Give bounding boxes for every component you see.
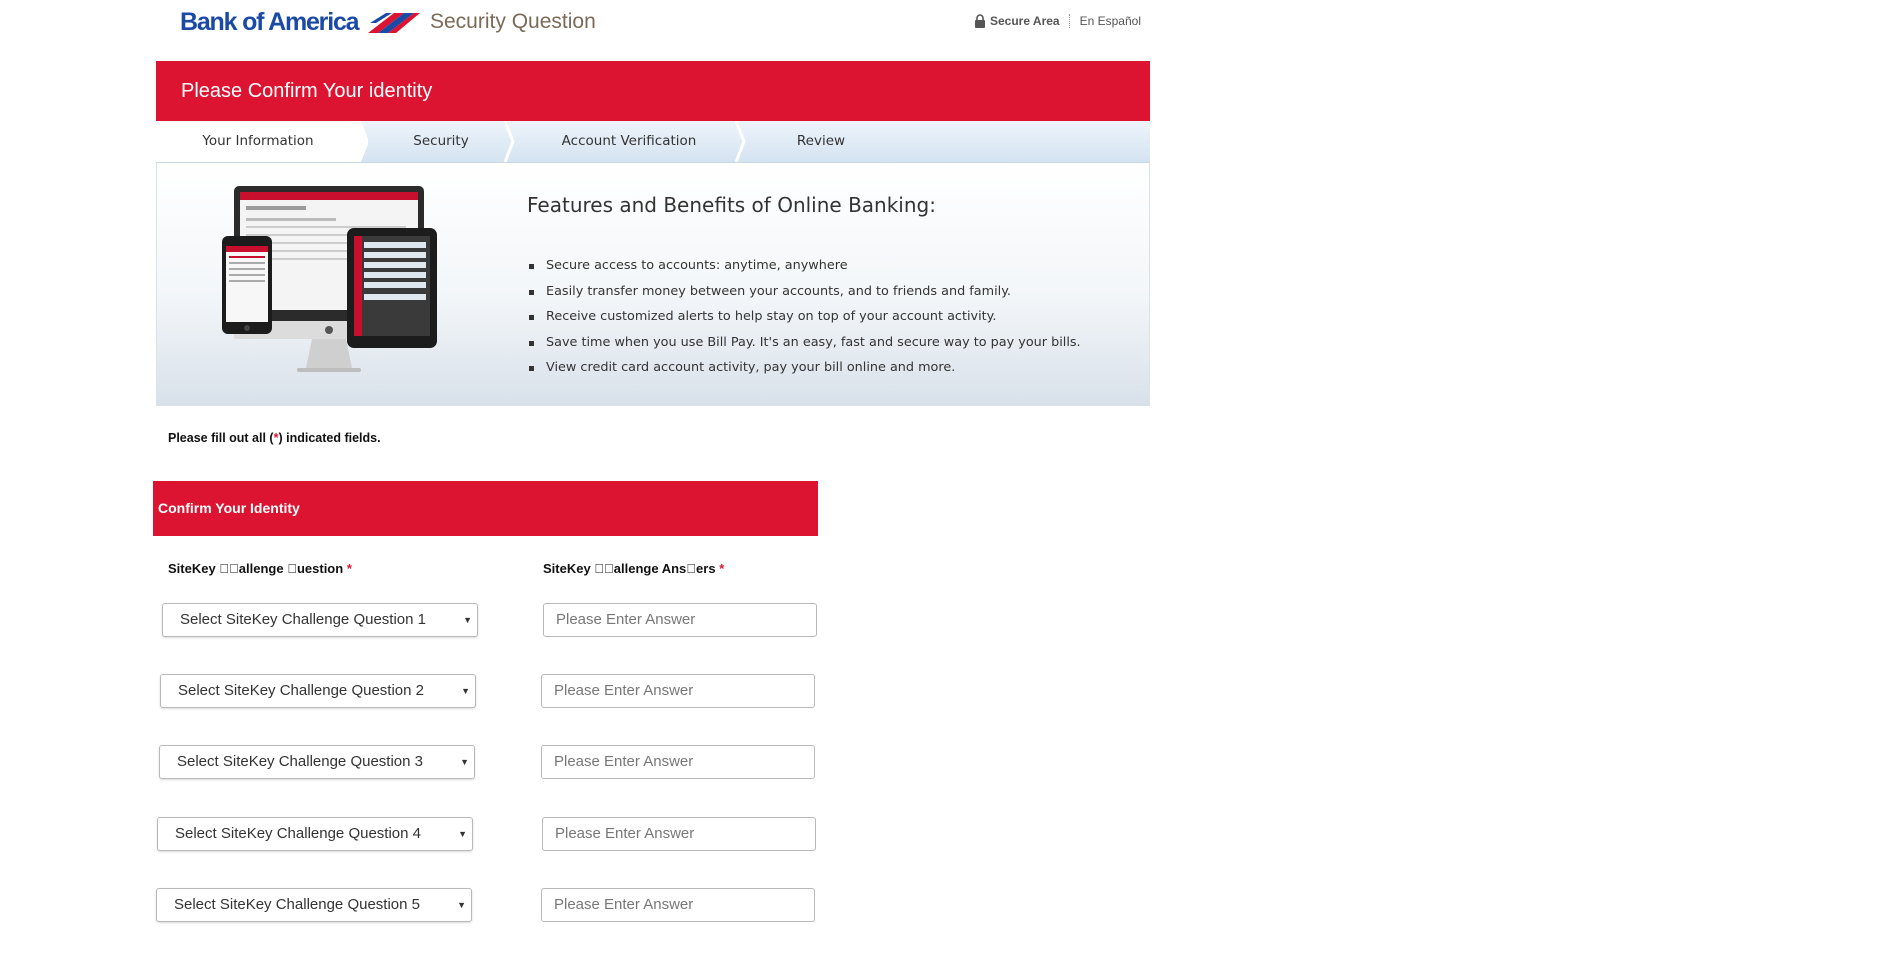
- feature-item: Secure access to accounts: anytime, anyw…: [529, 253, 1081, 279]
- secure-area-label: Secure Area: [990, 14, 1060, 28]
- challenge-answer-input-5[interactable]: Please Enter Answer: [541, 888, 815, 922]
- select-value: Select SiteKey Challenge Question 1: [180, 611, 426, 628]
- lock-icon: [975, 14, 985, 28]
- challenge-answer-input-1[interactable]: Please Enter Answer: [543, 603, 817, 637]
- answer-header-text: SiteKey   allenge Ans ers: [543, 561, 716, 576]
- step-your-information: Your Information: [156, 121, 360, 162]
- logo-wordmark: Bank of America: [180, 8, 360, 36]
- challenge-answer-input-2[interactable]: Please Enter Answer: [541, 674, 815, 708]
- step-account-verification: Account Verification: [561, 133, 697, 149]
- step-divider-icon: [352, 121, 368, 162]
- confirm-identity-banner: Please Confirm Your identity: [156, 61, 1150, 121]
- challenge-question-select-1[interactable]: Select SiteKey Challenge Question 1 ▼: [162, 603, 478, 637]
- dropdown-arrow-icon: ▼: [458, 829, 467, 839]
- page-title: Security Question: [430, 10, 596, 33]
- confirm-identity-section-header: Confirm Your Identity: [153, 481, 818, 536]
- bank-logo[interactable]: Bank of America: [180, 8, 421, 37]
- dropdown-arrow-icon: ▼: [460, 757, 469, 767]
- select-value: Select SiteKey Challenge Question 5: [174, 896, 420, 913]
- secure-area: Secure Area En Español: [974, 14, 1141, 28]
- features-list: Secure access to accounts: anytime, anyw…: [529, 253, 1081, 381]
- language-link[interactable]: En Español: [1080, 14, 1141, 28]
- challenge-question-select-3[interactable]: Select SiteKey Challenge Question 3 ▼: [159, 745, 475, 779]
- features-title: Features and Benefits of Online Banking:: [527, 193, 936, 217]
- feature-item: Easily transfer money between your accou…: [529, 279, 1081, 305]
- question-column-header: SiteKey   allenge  uestion *: [168, 561, 352, 576]
- dropdown-arrow-icon: ▼: [461, 686, 470, 696]
- feature-item: Receive customized alerts to help stay o…: [529, 304, 1081, 330]
- feature-item: View credit card account activity, pay y…: [529, 355, 1081, 381]
- main-panel: Please Confirm Your identity Your Inform…: [156, 61, 1150, 406]
- step-security: Security: [413, 133, 469, 149]
- divider: [1068, 14, 1071, 28]
- select-value: Select SiteKey Challenge Question 3: [177, 753, 423, 770]
- note-prefix: Please fill out all (: [168, 431, 274, 445]
- challenge-question-select-2[interactable]: Select SiteKey Challenge Question 2 ▼: [160, 674, 476, 708]
- required-star: *: [346, 561, 352, 576]
- feature-item: Save time when you use Bill Pay. It's an…: [529, 330, 1081, 356]
- challenge-answer-input-3[interactable]: Please Enter Answer: [541, 745, 815, 779]
- step-review: Review: [796, 133, 846, 149]
- challenge-question-select-4[interactable]: Select SiteKey Challenge Question 4 ▼: [157, 817, 473, 851]
- required-fields-note: Please fill out all (*) indicated fields…: [168, 431, 381, 445]
- features-panel: Features and Benefits of Online Banking:…: [156, 163, 1150, 406]
- page-header: Bank of America Security Question Secure…: [0, 0, 1160, 46]
- challenge-answer-input-4[interactable]: Please Enter Answer: [542, 817, 816, 851]
- question-header-text: SiteKey   allenge  uestion: [168, 561, 344, 576]
- select-value: Select SiteKey Challenge Question 2: [178, 682, 424, 699]
- dropdown-arrow-icon: ▼: [457, 900, 466, 910]
- progress-steps: Your Information Security Account Verifi…: [156, 121, 1150, 163]
- devices-image: [222, 186, 437, 372]
- flag-logo-icon: [368, 12, 421, 33]
- select-value: Select SiteKey Challenge Question 4: [175, 825, 421, 842]
- note-suffix: ) indicated fields.: [278, 431, 381, 445]
- challenge-question-select-5[interactable]: Select SiteKey Challenge Question 5 ▼: [156, 888, 472, 922]
- dropdown-arrow-icon: ▼: [463, 615, 472, 625]
- required-star: *: [719, 561, 725, 576]
- answer-column-header: SiteKey   allenge Ans ers *: [543, 561, 724, 576]
